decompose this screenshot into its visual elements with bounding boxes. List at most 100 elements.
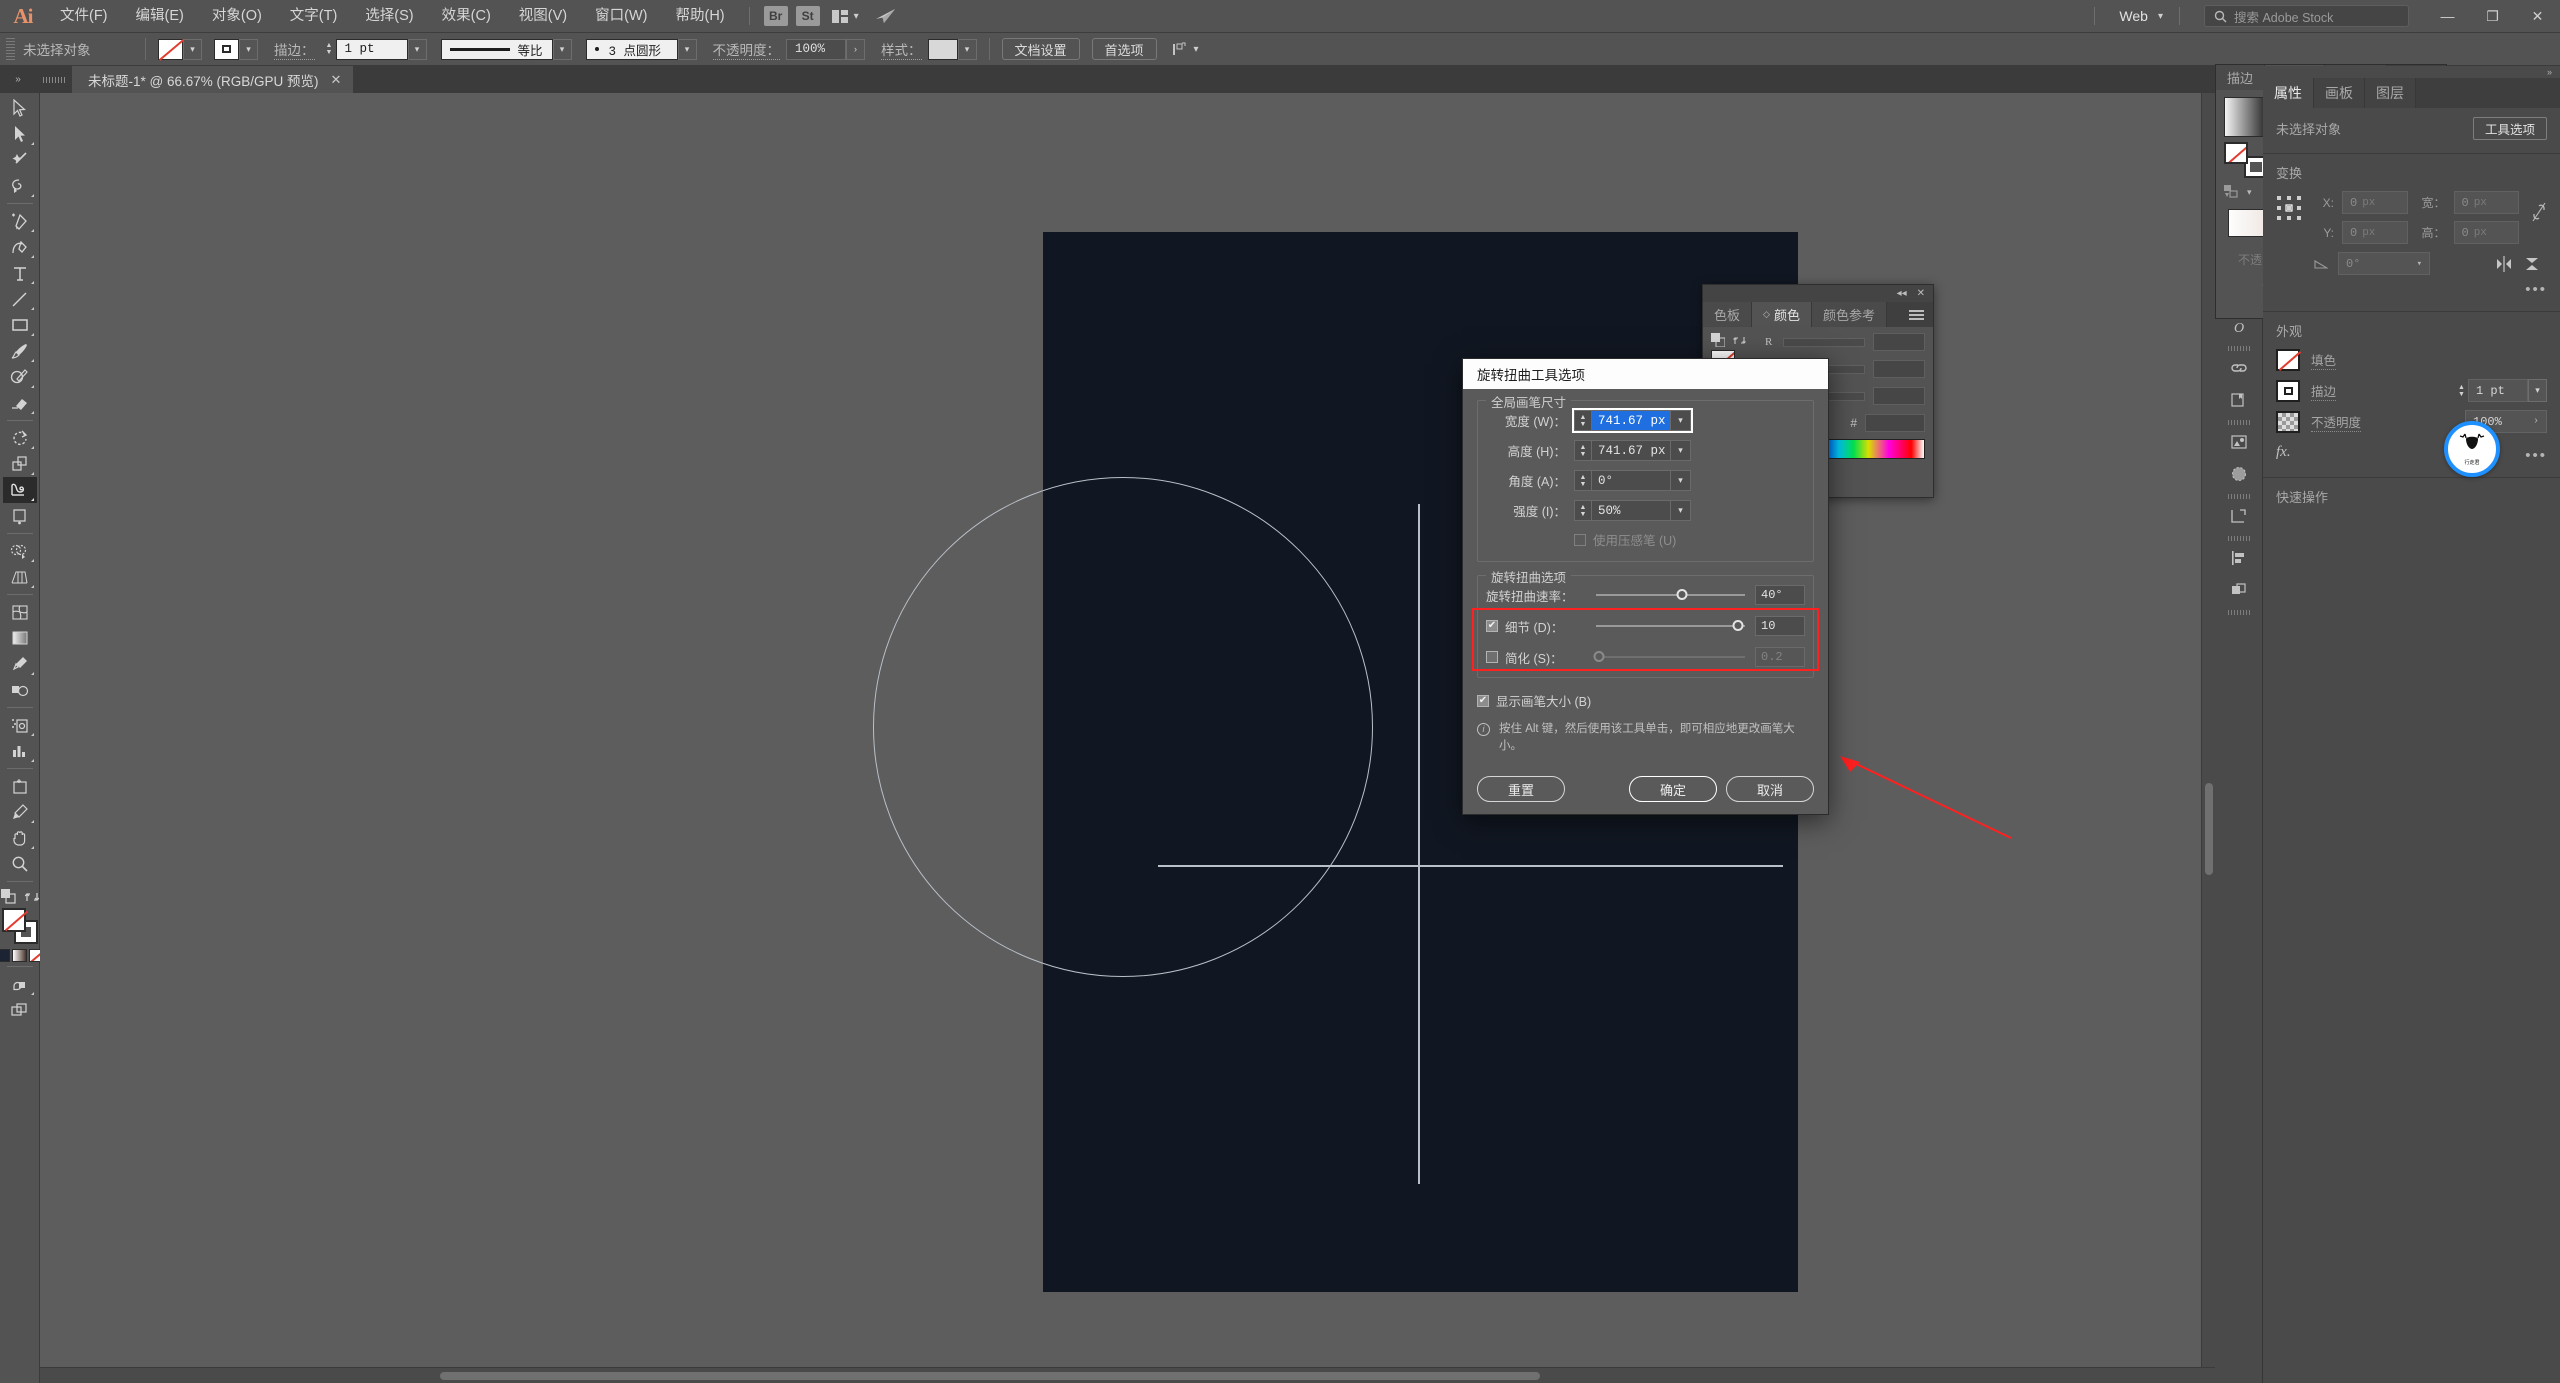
channel-r-field[interactable]	[1873, 333, 1925, 351]
document-tab[interactable]: 未标题-1* @ 66.67% (RGB/GPU 预览) ✕	[72, 66, 355, 93]
appearance-stroke-value[interactable]: 1 pt	[2468, 379, 2528, 402]
tool-curvature[interactable]	[3, 234, 37, 260]
chevron-down-icon[interactable]: ▾	[1194, 44, 1199, 55]
swap-fill-stroke-icon[interactable]	[24, 890, 39, 904]
stroke-profile-control[interactable]: 等比 ▾	[440, 38, 572, 60]
tool-scale[interactable]	[3, 451, 37, 477]
color-panel-titlebar[interactable]: ◂◂ ✕	[1703, 285, 1933, 302]
artwork-circle[interactable]	[873, 477, 1373, 977]
tool-column-graph[interactable]	[3, 738, 37, 764]
transform-x-input[interactable]: 0 px	[2342, 191, 2408, 214]
height-value[interactable]: 741.67 px	[1591, 440, 1671, 461]
appearance-opacity-row[interactable]: 不透明度 100% ›	[2276, 410, 2547, 433]
transform-y-input[interactable]: 0 px	[2342, 221, 2408, 244]
menu-window[interactable]: 窗口(W)	[581, 0, 661, 33]
preferences-button[interactable]: 首选项	[1091, 38, 1157, 60]
default-fill-stroke-icon[interactable]	[0, 889, 16, 904]
intensity-chevron-down-icon[interactable]: ▾	[1671, 500, 1691, 521]
stroke-weight-stepper[interactable]: ▲ ▼	[323, 39, 336, 60]
flip-horizontal-icon[interactable]	[2495, 255, 2513, 272]
tool-shaper[interactable]	[3, 364, 37, 390]
appearance-stroke-row[interactable]: 描边 ▲ ▼ 1 pt ▾	[2276, 379, 2547, 402]
rate-value[interactable]: 40°	[1755, 585, 1805, 605]
rail-grip-7[interactable]	[2227, 610, 2250, 615]
gradient-fill-proxy-none[interactable]	[2224, 142, 2248, 164]
tool-slice[interactable]	[3, 799, 37, 825]
workspace-switcher[interactable]: Web ▾	[2105, 8, 2169, 24]
constrain-proportions-button[interactable]	[2531, 191, 2547, 228]
style-swatch-icon[interactable]	[927, 38, 958, 60]
tool-perspective-grid[interactable]	[3, 564, 37, 590]
tool-blend[interactable]	[3, 677, 37, 703]
fill-color-control[interactable]: ▾	[158, 38, 202, 60]
menu-select[interactable]: 选择(S)	[351, 0, 427, 33]
panel-icon-align[interactable]	[2215, 542, 2263, 574]
tool-screen-mode[interactable]	[3, 971, 37, 997]
intensity-input[interactable]: ▲ ▼ 50% ▾	[1574, 500, 1691, 521]
tool-artboard[interactable]	[3, 773, 37, 799]
stroke-weight-control[interactable]: ▲ ▼ 1 pt ▾	[323, 38, 427, 60]
channel-r-slider[interactable]	[1783, 337, 1865, 347]
menu-help[interactable]: 帮助(H)	[661, 0, 738, 33]
brush-definition-control[interactable]: 3 点圆形 ▾	[585, 38, 697, 60]
simplify-value[interactable]: 0.2	[1755, 647, 1805, 667]
opacity-label[interactable]: 不透明度：	[712, 39, 780, 60]
rail-grip-3[interactable]	[2227, 346, 2250, 351]
align-options-control[interactable]: ▾	[1172, 42, 1205, 57]
rail-grip-6[interactable]	[2227, 536, 2250, 541]
color-mode-gradient-icon[interactable]	[12, 949, 27, 962]
height-chevron-down-icon[interactable]: ▾	[1671, 440, 1691, 461]
tool-shape-builder[interactable]	[3, 538, 37, 564]
reverse-gradient-icon[interactable]	[2224, 184, 2244, 200]
width-input[interactable]: ▲ ▼ 741.67 px ▾	[1572, 408, 1693, 433]
tool-line-segment[interactable]	[3, 286, 37, 312]
canvas-horizontal-scrollbar[interactable]	[40, 1367, 2215, 1383]
rail-grip-4[interactable]	[2227, 420, 2250, 425]
tool-symbol-sprayer[interactable]	[3, 712, 37, 738]
intensity-value[interactable]: 50%	[1591, 500, 1671, 521]
artwork-horizontal-line[interactable]	[1158, 865, 1783, 867]
show-brush-size-checkbox[interactable]: ✔	[1477, 694, 1489, 707]
menu-object[interactable]: 对象(O)	[198, 0, 276, 33]
panel-icon-pathfinder[interactable]	[2215, 574, 2263, 606]
menu-file[interactable]: 文件(F)	[46, 0, 122, 33]
tool-lasso[interactable]	[3, 173, 37, 199]
tool-eyedropper[interactable]	[3, 651, 37, 677]
tab-layers[interactable]: 图层	[2365, 78, 2416, 108]
canvas-vertical-scrollbar[interactable]	[2201, 93, 2215, 1367]
toolbar-grip[interactable]	[36, 66, 72, 93]
transform-w-input[interactable]: 0 px	[2453, 191, 2519, 214]
detail-checkbox[interactable]: ✔	[1486, 620, 1498, 632]
tool-hand[interactable]	[3, 825, 37, 851]
pressure-pen-row[interactable]: 使用压感笔 (U)	[1488, 530, 1803, 549]
tool-options-button[interactable]: 工具选项	[2472, 117, 2547, 140]
tab-swatches[interactable]: 色板	[1703, 302, 1753, 327]
fill-swatch-none-icon[interactable]	[158, 38, 183, 60]
simplify-slider[interactable]	[1593, 651, 1745, 662]
menu-edit[interactable]: 编辑(E)	[122, 0, 198, 33]
opacity-value[interactable]: 100%	[786, 38, 846, 60]
style-chevron-down-icon[interactable]: ▾	[957, 38, 977, 60]
simplify-checkbox[interactable]	[1486, 651, 1498, 663]
tab-stroke[interactable]: 描边	[2216, 65, 2266, 90]
transform-h-input[interactable]: 0 px	[2453, 221, 2519, 244]
tool-free-transform[interactable]	[3, 503, 37, 529]
style-label[interactable]: 样式：	[881, 39, 922, 60]
tool-pen[interactable]	[3, 208, 37, 234]
appearance-fill-row[interactable]: 填色	[2276, 349, 2547, 371]
color-panel-menu-icon[interactable]	[1900, 302, 1933, 327]
show-brush-size-row[interactable]: ✔ 显示画笔大小 (B)	[1477, 691, 1814, 710]
ok-button[interactable]: 确定	[1629, 776, 1717, 803]
stroke-swatch-icon[interactable]	[214, 38, 239, 60]
tool-mesh[interactable]	[3, 599, 37, 625]
menu-type[interactable]: 文字(T)	[276, 0, 352, 33]
opacity-chevron-right-icon[interactable]: ›	[846, 38, 865, 60]
channel-g-field[interactable]	[1873, 360, 1925, 378]
color-mode-color-icon[interactable]	[0, 949, 10, 962]
tool-paintbrush[interactable]	[3, 338, 37, 364]
intensity-stepper[interactable]: ▲ ▼	[1574, 500, 1591, 521]
stroke-weight-label[interactable]: 描边：	[274, 39, 315, 60]
tool-eraser[interactable]	[3, 390, 37, 416]
angle-input[interactable]: ▲ ▼ 0° ▾	[1574, 470, 1691, 491]
close-icon[interactable]: ✕	[331, 72, 342, 88]
